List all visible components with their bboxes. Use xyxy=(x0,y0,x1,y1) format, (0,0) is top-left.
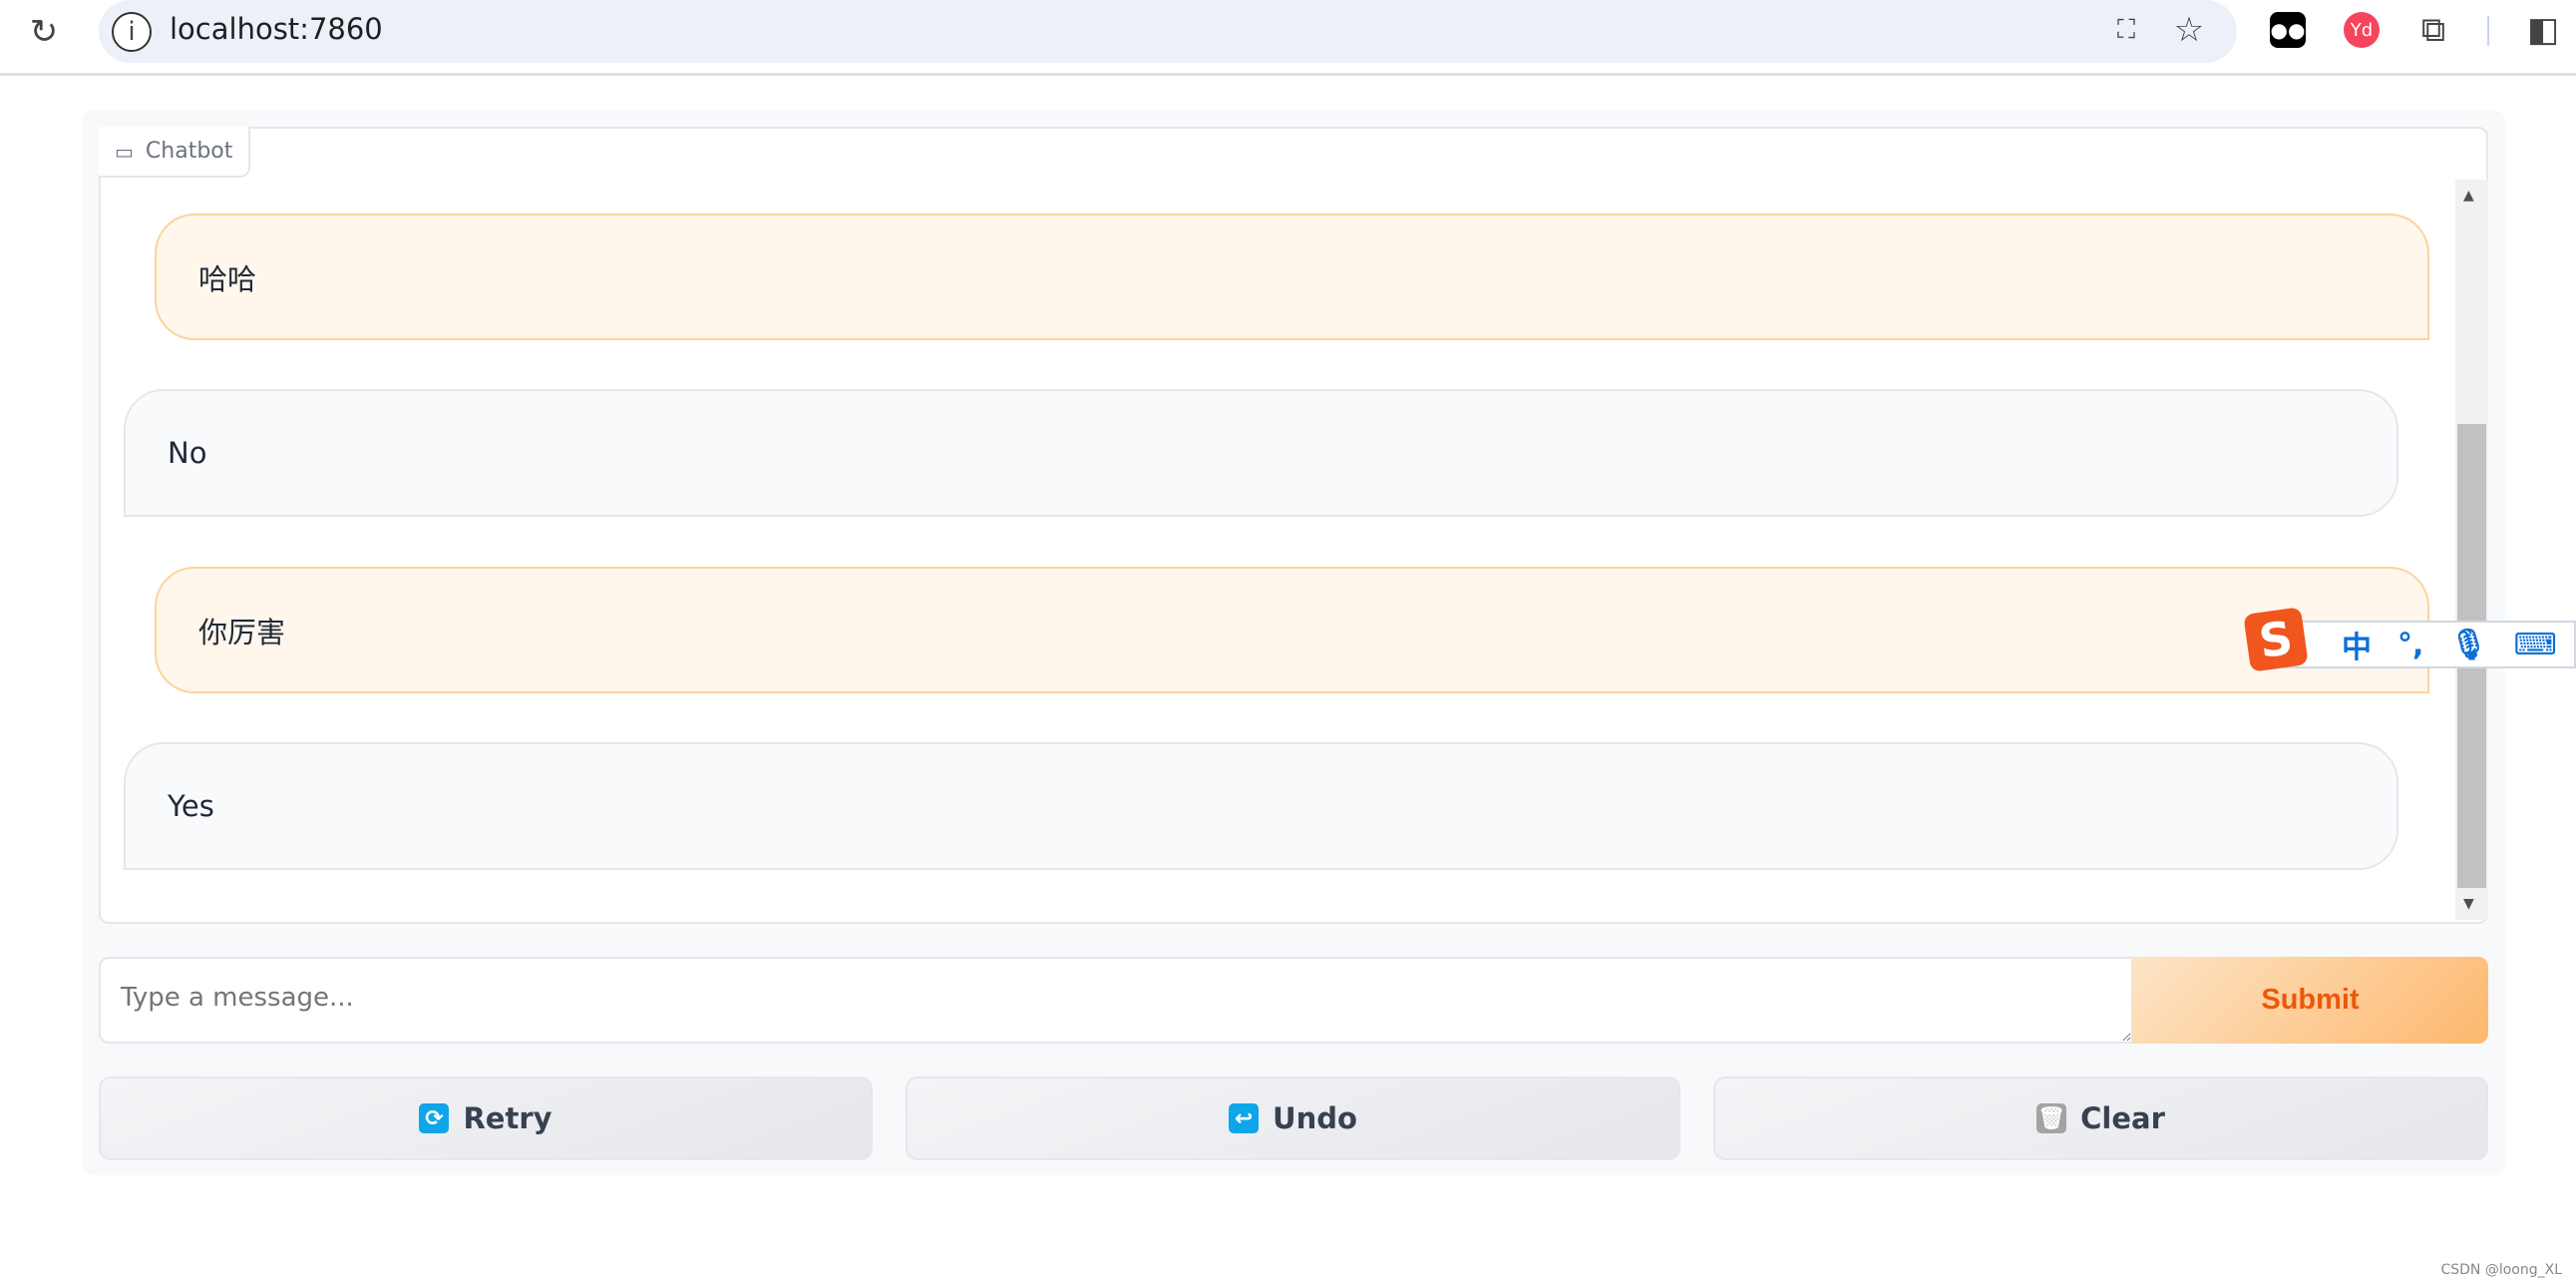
extensions-puzzle-icon[interactable]: ⧉ xyxy=(2413,10,2453,50)
message-input[interactable] xyxy=(99,957,2133,1044)
scroll-up-icon[interactable]: ▲ xyxy=(2463,188,2474,204)
url-text[interactable]: localhost:7860 xyxy=(170,12,383,46)
user-message: 哈哈 xyxy=(155,214,2429,340)
submit-button[interactable]: Submit xyxy=(2132,957,2488,1044)
sogou-logo-icon[interactable]: S xyxy=(2243,607,2309,672)
chat-icon: ▭ xyxy=(115,139,134,164)
side-panel-icon[interactable]: ◧ xyxy=(2523,10,2563,50)
bot-message: Yes xyxy=(124,742,2398,870)
youdao-extension-icon[interactable]: Yd xyxy=(2344,12,2380,48)
keyboard-icon[interactable]: ⌨ xyxy=(2514,628,2557,662)
undo-label: Undo xyxy=(1273,1101,1357,1135)
retry-button[interactable]: ⟳ Retry xyxy=(99,1076,873,1160)
trash-icon: 🗑 xyxy=(2036,1103,2067,1133)
undo-icon: ↩ xyxy=(1229,1103,1260,1133)
translate-icon[interactable]: ⛶ xyxy=(2106,10,2146,50)
site-info-icon[interactable]: i xyxy=(112,12,152,52)
retry-label: Retry xyxy=(463,1101,552,1135)
watermark: CSDN @loong_XL xyxy=(2440,1262,2562,1278)
divider xyxy=(2487,16,2489,46)
ime-toolbar[interactable]: 中 °, 🎙 ⌨ 👕 xyxy=(2284,621,2576,668)
reload-icon[interactable]: ↻ xyxy=(24,12,64,52)
chatbot-label: ▭ Chatbot xyxy=(99,127,250,178)
ime-mode-toggle[interactable]: 中 xyxy=(2342,623,2372,666)
clear-button[interactable]: 🗑 Clear xyxy=(1713,1076,2488,1160)
clear-label: Clear xyxy=(2080,1101,2165,1135)
microphone-icon[interactable]: 🎙 xyxy=(2449,628,2487,662)
ime-punctuation-toggle[interactable]: °, xyxy=(2397,628,2423,662)
bot-message: No xyxy=(124,389,2398,517)
user-message: 你厉害 xyxy=(155,567,2429,693)
address-bar[interactable] xyxy=(99,0,2237,63)
retry-icon: ⟳ xyxy=(419,1103,450,1133)
scroll-down-icon[interactable]: ▼ xyxy=(2463,896,2474,912)
chatbot-label-text: Chatbot xyxy=(145,139,233,164)
extension-icon[interactable]: ●● xyxy=(2270,12,2306,48)
bookmark-star-icon[interactable]: ☆ xyxy=(2169,10,2209,50)
undo-button[interactable]: ↩ Undo xyxy=(906,1076,1680,1160)
